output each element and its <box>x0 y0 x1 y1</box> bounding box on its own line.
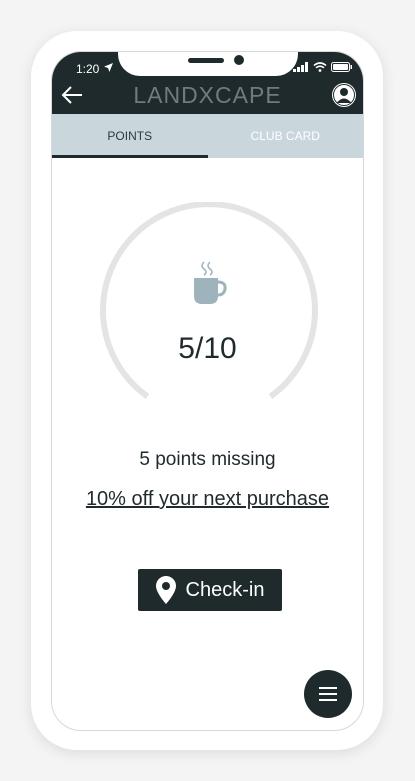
status-icons <box>293 62 353 72</box>
offer-link[interactable]: 10% off your next purchase <box>52 488 363 511</box>
points-missing-text: 5 points missing <box>139 449 276 470</box>
hamburger-menu-icon <box>319 687 337 701</box>
points-score: 5/10 <box>178 332 237 365</box>
tab-club-card[interactable]: CLUB CARD <box>208 114 364 158</box>
wifi-icon <box>313 62 327 72</box>
tab-bar: POINTS CLUB CARD <box>52 114 363 158</box>
check-in-button[interactable]: Check-in <box>138 569 282 611</box>
app-screen: 1:20 LANDXCAPE POINTS CLUB CARD 5/10 5 p… <box>51 51 364 731</box>
status-time: 1:20 <box>76 62 100 76</box>
tab-points[interactable]: POINTS <box>52 114 208 158</box>
coffee-cup-icon <box>194 261 227 304</box>
location-pin-icon <box>155 576 176 604</box>
battery-icon <box>331 62 352 72</box>
app-header: 1:20 LANDXCAPE <box>52 52 363 114</box>
menu-button[interactable] <box>304 670 352 718</box>
speaker <box>188 58 224 63</box>
active-tab-indicator <box>52 155 208 158</box>
camera <box>234 55 244 65</box>
notch <box>118 52 298 76</box>
points-progress-ring <box>100 202 318 399</box>
signal-icon <box>293 62 308 72</box>
check-in-label: Check-in <box>185 578 265 601</box>
location-arrow-icon <box>104 63 113 72</box>
profile-icon[interactable] <box>331 82 357 108</box>
app-title: LANDXCAPE <box>133 82 282 108</box>
